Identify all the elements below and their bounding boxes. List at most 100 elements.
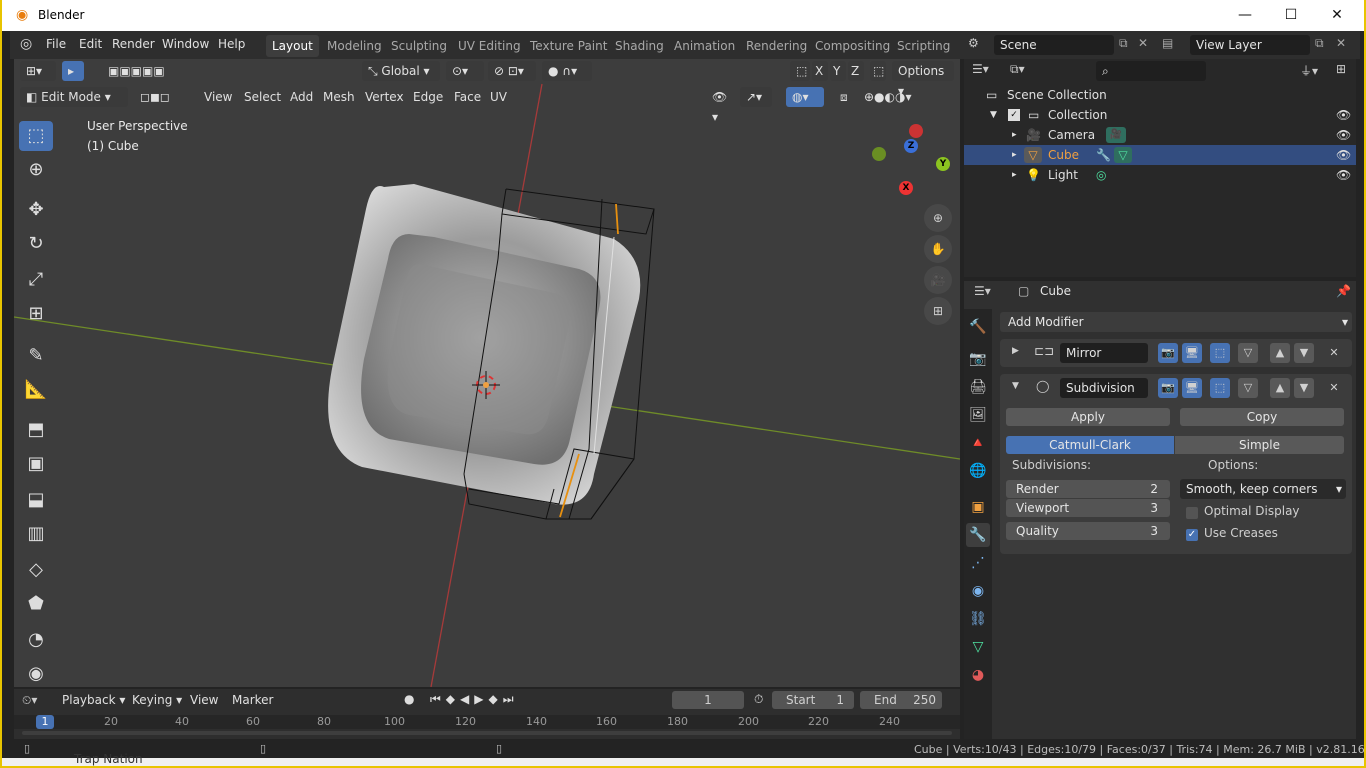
subdivision-remove-icon[interactable]: ✕ (1324, 378, 1344, 398)
mirror-move-up-icon[interactable]: ▲ (1270, 343, 1290, 363)
blender-menu-icon[interactable]: ◎ (20, 36, 32, 52)
scale-tool-icon[interactable]: ⤢ (19, 265, 53, 295)
pan-hand-icon[interactable]: ✋ (924, 235, 952, 263)
render-tab-icon[interactable]: 📷 (966, 347, 990, 371)
select-tool-icon[interactable]: ⬚ (19, 121, 53, 151)
pivot-dropdown[interactable]: ⊙▾ (446, 61, 484, 81)
subdivision-move-up-icon[interactable]: ▲ (1270, 378, 1290, 398)
menu-render[interactable]: Render (112, 37, 155, 51)
bevel-tool-icon[interactable]: ⬓ (19, 485, 53, 515)
shading-modes-icon[interactable]: ⊕●◐◑▾ (858, 87, 940, 107)
optimal-display-checkbox[interactable] (1186, 507, 1198, 519)
cube-eye-icon[interactable]: 👁 (1336, 145, 1351, 165)
cube-modifier-wrench-icon[interactable]: 🔧 (1096, 145, 1111, 165)
proportional-edit-button[interactable]: ● ∩▾ (542, 61, 592, 81)
use-creases-checkbox[interactable]: ✓ (1186, 529, 1198, 541)
material-tab-icon[interactable]: ◕ (966, 663, 990, 687)
start-frame-field[interactable]: Start 1 (772, 691, 854, 709)
scene-icon[interactable]: ⚙ (968, 36, 979, 50)
cube-mesh-data-icon[interactable]: ▽ (1114, 147, 1132, 163)
stopwatch-icon[interactable]: ⏱ (754, 692, 763, 707)
knife-tool-icon[interactable]: ◇ (19, 555, 53, 585)
uv-smooth-dropdown[interactable]: Smooth, keep corners ▾ (1180, 479, 1346, 499)
mirror-name-field[interactable]: Mirror (1060, 343, 1148, 363)
menu-help[interactable]: Help (218, 37, 245, 51)
viewport-menu-face[interactable]: Face (454, 90, 481, 104)
add-modifier-dropdown[interactable]: Add Modifier ▾ (1000, 312, 1352, 332)
copy-button[interactable]: Copy (1180, 408, 1344, 426)
menu-window[interactable]: Window (162, 37, 209, 51)
view-layer-remove-icon[interactable]: ✕ (1336, 36, 1346, 50)
axis-z-toggle[interactable]: Z (848, 61, 864, 81)
ortho-grid-icon[interactable]: ⊞ (924, 297, 952, 325)
menu-edit[interactable]: Edit (79, 37, 102, 51)
timeline-view-menu[interactable]: View (190, 693, 218, 707)
scene-tab-icon[interactable]: 🔺 (966, 431, 990, 455)
element-select-modes-icon[interactable]: ◻◼◻ (134, 87, 190, 107)
outliner-row-camera[interactable]: ▸ 🎥 Camera 🎥 👁 (964, 125, 1356, 145)
mirror-axis-icon[interactable]: ⬚ (790, 61, 810, 81)
tab-compositing[interactable]: Compositing (809, 35, 896, 57)
scene-remove-icon[interactable]: ✕ (1138, 36, 1148, 50)
mirror-cage-icon[interactable]: ⬚ (1210, 343, 1230, 363)
view-layer-new-icon[interactable]: ⧉ (1315, 36, 1324, 51)
extrude-tool-icon[interactable]: ⬒ (19, 415, 53, 445)
gizmo-toggle-icon[interactable]: ↗▾ (740, 87, 772, 107)
gizmo-z-dot[interactable]: Z (904, 139, 918, 153)
object-tab-icon[interactable]: ▣ (966, 495, 990, 519)
tab-layout[interactable]: Layout (266, 35, 319, 57)
mirror-move-down-icon[interactable]: ▼ (1294, 343, 1314, 363)
outliner-row-cube[interactable]: ▸ ▽ Cube 🔧 ▽ 👁 (964, 145, 1356, 165)
subdivision-viewport-icon[interactable]: 🖥 (1182, 378, 1202, 398)
measure-tool-icon[interactable]: 📐 (19, 375, 53, 405)
subdivision-move-down-icon[interactable]: ▼ (1294, 378, 1314, 398)
options-dropdown[interactable]: Options ▾ (892, 61, 954, 98)
tab-modeling[interactable]: Modeling (321, 35, 388, 57)
gizmo-x-dot[interactable]: X (899, 181, 913, 195)
viewport-menu-edge[interactable]: Edge (413, 90, 443, 104)
output-tab-icon[interactable]: 🖨 (966, 375, 990, 399)
viewport-menu-vertex[interactable]: Vertex (365, 90, 404, 104)
quality-field[interactable]: Quality 3 (1006, 522, 1170, 540)
auto-merge-icon[interactable]: ⬚ (870, 61, 886, 81)
gizmo-y-dot[interactable]: Y (936, 157, 950, 171)
menu-file[interactable]: File (46, 37, 66, 51)
pin-icon[interactable]: 📌 (1336, 284, 1351, 298)
editor-type-button[interactable]: ⊞▾ (20, 61, 56, 81)
camera-eye-icon[interactable]: 👁 (1336, 125, 1351, 145)
view-layer-field[interactable]: View Layer (1190, 35, 1310, 55)
timeline-scrollbar[interactable] (22, 731, 952, 735)
marker-menu[interactable]: Marker (232, 693, 273, 707)
keying-menu[interactable]: Keying ▾ (132, 693, 182, 707)
camera-expand-icon[interactable]: ▸ (1012, 125, 1017, 145)
subdivision-name-field[interactable]: Subdivision (1060, 378, 1148, 398)
outliner-search-field[interactable]: ⌕ (1096, 61, 1206, 81)
camera-data-icon[interactable]: 🎥 (1106, 127, 1126, 143)
world-tab-icon[interactable]: 🌐 (966, 459, 990, 483)
tool-tab-icon[interactable]: 🔨 (966, 315, 990, 339)
tab-texture-paint[interactable]: Texture Paint (524, 35, 613, 57)
viewport-menu-uv[interactable]: UV (490, 90, 507, 104)
display-mode-icon[interactable]: ⧉▾ (1010, 62, 1044, 82)
outliner-row-scene-collection[interactable]: ▭ Scene Collection (964, 85, 1356, 105)
tab-sculpting[interactable]: Sculpting (385, 35, 453, 57)
render-levels-field[interactable]: Render 2 (1006, 480, 1170, 498)
record-icon[interactable]: ● (404, 692, 414, 706)
viewport-menu-mesh[interactable]: Mesh (323, 90, 355, 104)
timeline-editor-type-icon[interactable]: ⏲▾ (22, 693, 50, 708)
close-button[interactable]: ✕ (1314, 0, 1360, 31)
minimize-button[interactable]: — (1222, 0, 1268, 31)
subdivision-expand-icon[interactable]: ▼ (1012, 381, 1019, 391)
gizmo-neg-y-dot[interactable] (872, 147, 886, 161)
expand-arrow-icon[interactable]: ▼ (990, 105, 997, 125)
annotate-tool-icon[interactable]: ✎ (19, 341, 53, 371)
view-layer-icon[interactable]: ▤ (1162, 36, 1173, 50)
properties-editor-type-icon[interactable]: ☰▾ (974, 284, 1004, 298)
select-mode-icon[interactable]: ▸ (62, 61, 84, 81)
poly-build-tool-icon[interactable]: ⬟ (19, 589, 53, 619)
mirror-remove-icon[interactable]: ✕ (1324, 343, 1344, 363)
smooth-tool-icon[interactable]: ◉ (19, 659, 53, 687)
zoom-icon[interactable]: ⊕ (924, 204, 952, 232)
end-frame-field[interactable]: End 250 (860, 691, 942, 709)
inset-tool-icon[interactable]: ▣ (19, 449, 53, 479)
